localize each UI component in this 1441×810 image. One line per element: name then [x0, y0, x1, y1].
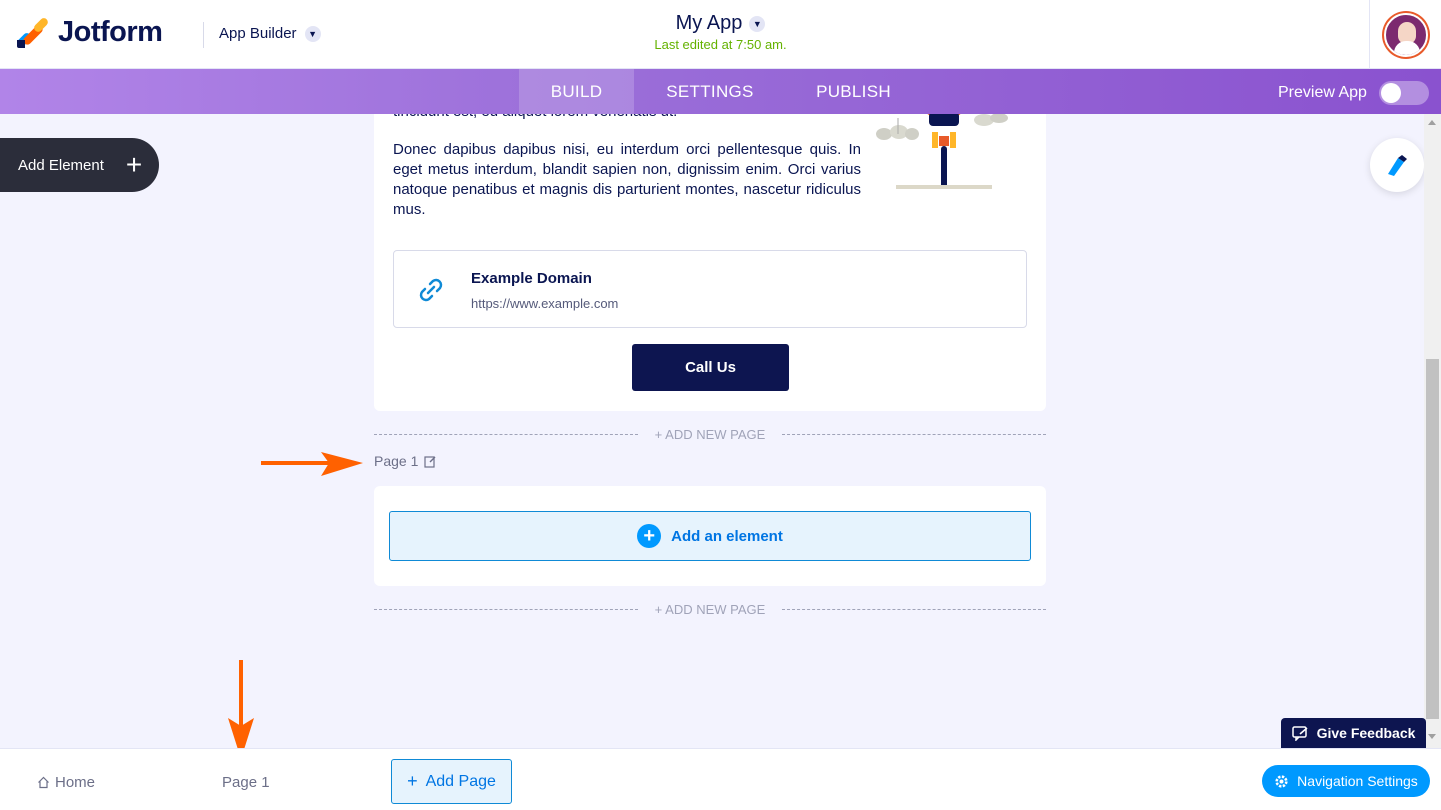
add-page-label: Add Page: [425, 772, 496, 790]
app-title-block: My App ▼ Last edited at 7:50 am.: [0, 12, 1441, 52]
bottom-nav-home[interactable]: Home: [37, 774, 95, 791]
bicycle-illustration: [876, 114, 1008, 189]
page-1-label: Page 1: [374, 453, 419, 469]
text-paragraph-partial[interactable]: tincidunt est, eu aliquet lorem venenati…: [393, 114, 863, 122]
tab-settings[interactable]: SETTINGS: [634, 69, 786, 114]
app-designer-button[interactable]: [1370, 138, 1424, 192]
top-header: Jotform App Builder ▼ My App ▼ Last edit…: [0, 0, 1441, 69]
plus-circle-icon: +: [637, 524, 662, 548]
page-1-nav-label: Page 1: [222, 774, 270, 791]
scrollbar[interactable]: [1424, 114, 1441, 748]
home-page-card: tincidunt est, eu aliquet lorem venenati…: [374, 114, 1046, 411]
add-new-page-separator[interactable]: + ADD NEW PAGE: [374, 599, 1046, 619]
builder-tabs: BUILD SETTINGS PUBLISH: [519, 69, 921, 114]
feedback-icon: [1291, 725, 1308, 741]
call-us-button[interactable]: Call Us: [632, 344, 789, 391]
navigation-settings-button[interactable]: Navigation Settings: [1262, 765, 1430, 797]
tab-publish[interactable]: PUBLISH: [786, 69, 921, 114]
annotation-arrow-right-icon: [261, 452, 363, 476]
page-1-card: + Add an element: [374, 486, 1046, 586]
app-name: My App: [675, 12, 743, 34]
add-element-label: Add Element: [18, 156, 104, 174]
add-an-element-label: Add an element: [671, 527, 783, 545]
annotation-arrow-down-icon: [228, 660, 254, 759]
link-icon: [419, 278, 443, 302]
link-element[interactable]: Example Domain https://www.example.com: [393, 250, 1027, 328]
scroll-thumb[interactable]: [1426, 359, 1439, 719]
last-edited-status: Last edited at 7:50 am.: [654, 37, 787, 52]
add-new-page-separator[interactable]: + ADD NEW PAGE: [374, 424, 1046, 444]
scroll-up-arrow[interactable]: [1428, 120, 1436, 125]
add-element-button[interactable]: Add Element +: [0, 138, 159, 192]
preview-app-label: Preview App: [1278, 84, 1367, 101]
preview-app-toggle[interactable]: [1378, 81, 1429, 105]
text-paragraph[interactable]: Donec dapibus dapibus nisi, eu interdum …: [393, 140, 861, 220]
dashed-line: [782, 609, 1046, 610]
scroll-down-arrow[interactable]: [1428, 734, 1436, 739]
home-icon: [38, 776, 49, 789]
app-name-dropdown[interactable]: My App ▼: [676, 12, 766, 35]
designer-icon: [1388, 155, 1407, 176]
builder-navbar: BUILD SETTINGS PUBLISH Preview App: [0, 69, 1441, 114]
give-feedback-label: Give Feedback: [1316, 725, 1416, 741]
account-menu[interactable]: [1369, 0, 1441, 69]
preview-app-toggle-group: Preview App: [1278, 81, 1429, 105]
bottom-nav-page-1[interactable]: Page 1: [222, 774, 270, 791]
dashed-line: [782, 434, 1046, 435]
tab-build[interactable]: BUILD: [519, 69, 634, 114]
navigation-settings-label: Navigation Settings: [1297, 773, 1418, 789]
chevron-down-icon: ▼: [749, 15, 766, 32]
page-1-title[interactable]: Page 1: [374, 453, 437, 469]
gear-icon: [1275, 774, 1288, 788]
give-feedback-button[interactable]: Give Feedback: [1281, 718, 1426, 748]
plus-icon: +: [407, 771, 418, 791]
add-an-element-button[interactable]: + Add an element: [389, 511, 1031, 561]
add-page-button[interactable]: + Add Page: [391, 759, 512, 804]
home-label: Home: [55, 774, 96, 791]
edit-icon[interactable]: [424, 455, 437, 468]
link-title: Example Domain: [471, 270, 592, 287]
link-url: https://www.example.com: [471, 296, 619, 311]
avatar: [1383, 12, 1428, 57]
bottom-navigation-bar: Home Page 1 + Add Page Navigation Settin…: [0, 748, 1441, 810]
plus-icon: +: [125, 149, 143, 180]
